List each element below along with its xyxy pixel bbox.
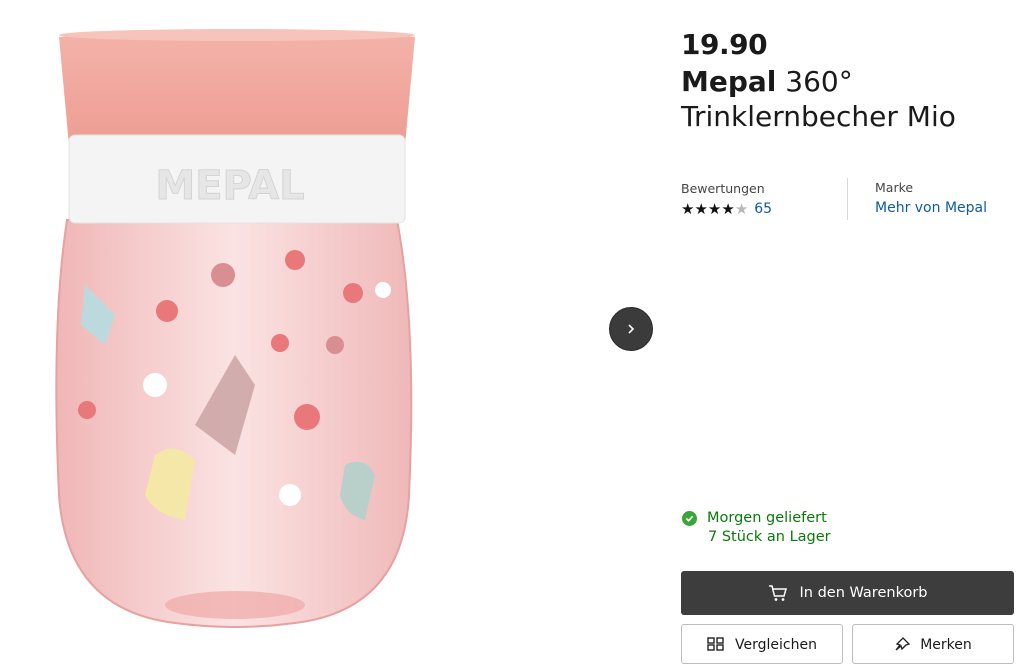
compare-icon (707, 637, 724, 651)
compare-label: Vergleichen (735, 637, 817, 653)
star-icon: ★ (707, 199, 722, 218)
rating-label: Bewertungen (681, 181, 765, 196)
brand-section: Marke Mehr von Mepal (875, 180, 987, 216)
add-to-cart-button[interactable]: In den Warenkorb (681, 571, 1014, 615)
add-to-cart-label: In den Warenkorb (799, 585, 928, 601)
rating-section: Bewertungen ★ ★ ★ ★ ★ 65 (681, 181, 772, 217)
chevron-right-icon (628, 324, 635, 334)
product-brand: Mepal (681, 65, 777, 98)
brand-link[interactable]: Mehr von Mepal (875, 200, 987, 216)
svg-text:MEPAL: MEPAL (155, 163, 304, 209)
product-name-line2: Trinklernbecher Mio (681, 100, 956, 133)
pin-icon (895, 637, 911, 651)
save-for-later-label: Merken (920, 637, 972, 653)
product-title: Mepal 360° Trinklernbecher Mio (681, 64, 1011, 134)
star-empty-icon: ★ (734, 199, 749, 218)
delivery-info: Morgen geliefert 7 Stück an Lager (682, 510, 831, 545)
star-icon: ★ (681, 199, 695, 218)
product-image: MEPAL (55, 29, 415, 628)
delivery-status: Morgen geliefert (707, 510, 827, 526)
star-icon: ★ (721, 199, 735, 218)
save-for-later-button[interactable]: Merken (852, 624, 1014, 664)
star-icon: ★ (694, 199, 708, 218)
product-price: 19.90 (681, 28, 768, 61)
cart-icon (768, 585, 787, 601)
rating-count-link[interactable]: 65 (754, 201, 772, 217)
compare-button[interactable]: Vergleichen (681, 624, 843, 664)
product-name-part: 360° (776, 65, 853, 98)
check-circle-icon (682, 510, 697, 526)
stock-status: 7 Stück an Lager (708, 529, 831, 545)
divider (847, 178, 848, 220)
next-image-button[interactable] (609, 307, 653, 351)
product-image-gallery: MEPAL (0, 0, 670, 647)
brand-label: Marke (875, 180, 914, 195)
rating-stars[interactable]: ★ ★ ★ ★ ★ 65 (681, 201, 772, 217)
